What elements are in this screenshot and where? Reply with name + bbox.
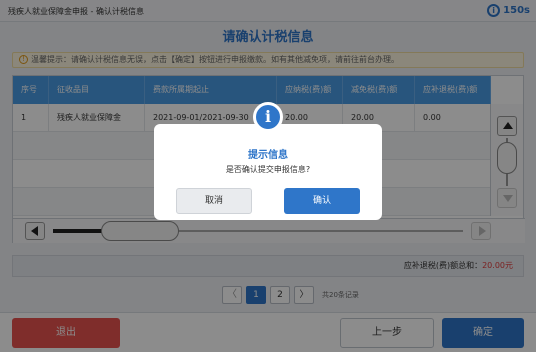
dialog-message: 是否确认提交申报信息? [225,165,311,174]
confirm-dialog: 提示信息 是否确认提交申报信息? 取消 确认 [154,124,382,220]
dialog-ok-button[interactable]: 确认 [284,188,360,214]
dialog-title: 提示信息 [248,150,288,161]
dialog-cancel-button[interactable]: 取消 [176,188,252,214]
info-icon: i [253,102,283,132]
